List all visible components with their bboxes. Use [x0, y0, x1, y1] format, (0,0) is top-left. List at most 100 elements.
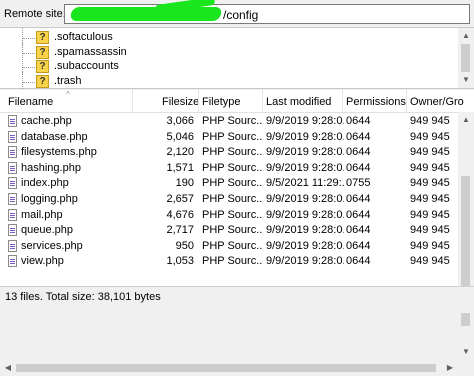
scroll-left-arrow-icon[interactable]: ◀ [0, 360, 16, 376]
php-file-icon [8, 224, 17, 237]
file-name: logging.php [21, 193, 78, 205]
file-type: PHP Sourc... [202, 115, 262, 127]
file-list-header: Filename Filesize Filetype Last modified Per… [0, 90, 464, 113]
file-owner: 949 945 [410, 255, 450, 268]
file-row[interactable]: filesystems.php 2,120 PHP Sourc... 9/9/2019… [0, 145, 458, 161]
file-type: PHP Sourc... [202, 130, 262, 143]
file-size: 1,053 [166, 255, 194, 268]
file-type: PHP Sourc... [202, 161, 262, 174]
file-modified: 9/9/2019 9:28:0... [266, 224, 344, 237]
remote-file-list[interactable]: Filename Filesize Filetype Last modified Per… [0, 90, 474, 376]
remote-path-value: /config [223, 8, 259, 22]
column-header-filetype[interactable]: Filetype [202, 96, 241, 108]
scroll-up-arrow-icon[interactable]: ▲ [458, 28, 474, 44]
tree-scrollbar[interactable]: ▲ ▼ [458, 28, 474, 88]
file-type: PHP Sourc... [202, 177, 262, 190]
tree-scroll-thumb[interactable] [461, 44, 470, 72]
file-name: filesystems.php [21, 146, 97, 159]
scroll-up-arrow-icon[interactable]: ▲ [458, 112, 474, 128]
file-owner: 949 945 [410, 177, 450, 190]
file-owner: 949 945 [410, 115, 450, 127]
scroll-down-arrow-icon[interactable]: ▼ [458, 72, 474, 88]
column-separator[interactable] [262, 90, 263, 112]
scroll-right-arrow-icon[interactable]: ▶ [442, 360, 458, 376]
tree-item[interactable]: ? .subaccounts [0, 57, 455, 74]
question-folder-icon: ? [36, 31, 49, 44]
file-name: queue.php [21, 224, 73, 237]
file-name: index.php [21, 177, 69, 190]
file-modified: 9/9/2019 9:28:0... [266, 239, 344, 252]
redaction-mark [69, 7, 223, 21]
tree-item[interactable]: ? .trash [0, 71, 455, 89]
file-owner: 949 945 [410, 208, 450, 221]
hscroll-thumb[interactable] [16, 364, 436, 372]
file-modified: 9/9/2019 9:28:0... [266, 255, 344, 268]
file-permissions: 0644 [346, 146, 371, 159]
file-size: 4,676 [166, 208, 194, 221]
question-folder-icon: ? [36, 45, 49, 59]
column-separator[interactable] [342, 90, 343, 112]
file-name: mail.php [21, 208, 63, 221]
file-row[interactable]: services.php 950 PHP Sourc... 9/9/2019 9:28… [0, 239, 458, 255]
file-row[interactable]: index.php 190 PHP Sourc... 9/5/2021 11:29:.… [0, 176, 458, 192]
file-type: PHP Sourc... [202, 239, 262, 252]
file-row[interactable]: cache.php 3,066 PHP Sourc... 9/9/2019 9:28:… [0, 114, 458, 130]
tree-item-label: .subaccounts [54, 60, 119, 72]
column-separator[interactable] [132, 90, 133, 112]
file-size: 2,717 [166, 224, 194, 237]
php-file-icon [8, 115, 17, 127]
file-type: PHP Sourc... [202, 224, 262, 237]
file-row[interactable]: logging.php 2,657 PHP Sourc... 9/9/2019 9:2… [0, 192, 458, 208]
tree-item-label: .trash [54, 74, 82, 87]
column-header-permissions[interactable]: Permissions [346, 96, 406, 108]
file-type: PHP Sourc... [202, 193, 262, 205]
file-permissions: 0644 [346, 239, 371, 252]
tree-branch [23, 38, 35, 39]
file-type: PHP Sourc... [202, 208, 262, 221]
column-header-filename[interactable]: Filename [8, 96, 53, 108]
file-list-scrollbar[interactable]: ▲ ▼ [458, 112, 474, 360]
question-folder-icon: ? [36, 74, 49, 88]
file-row[interactable]: view.php 1,053 PHP Sourc... 9/9/2019 9:28:0… [0, 254, 458, 270]
remote-site-input[interactable]: /config [64, 0, 470, 24]
file-size: 1,571 [166, 161, 194, 174]
file-type: PHP Sourc... [202, 146, 262, 159]
column-separator[interactable] [198, 90, 199, 112]
file-modified: 9/9/2019 9:28:0... [266, 146, 344, 159]
remote-site-bar: Remote site: /config [0, 0, 474, 27]
file-row[interactable]: database.php 5,046 PHP Sourc... 9/9/2019 9:… [0, 130, 458, 146]
scroll-down-arrow-icon[interactable]: ▼ [458, 344, 474, 360]
file-modified: 9/9/2019 9:28:0... [266, 193, 344, 205]
php-file-icon [8, 193, 17, 205]
file-owner: 949 945 [410, 193, 450, 205]
column-header-filesize[interactable]: Filesize [162, 96, 199, 108]
file-row[interactable]: mail.php 4,676 PHP Sourc... 9/9/2019 9:28:0… [0, 208, 458, 224]
sort-caret-icon: ^ [66, 90, 70, 99]
file-owner: 949 945 [410, 130, 450, 143]
column-header-last-modified[interactable]: Last modified [266, 96, 331, 108]
file-modified: 9/9/2019 9:28:0... [266, 208, 344, 221]
remote-directory-tree[interactable]: ? .softaculous? .spamassassin? .subaccounts… [0, 27, 474, 89]
file-size: 2,120 [166, 146, 194, 159]
file-permissions: 0644 [346, 255, 371, 268]
php-file-icon [8, 255, 17, 268]
remote-site-label: Remote site: [4, 8, 66, 20]
tree-item[interactable]: ? .spamassassin [0, 42, 455, 60]
column-header-owner-gro[interactable]: Owner/Gro [410, 96, 464, 108]
php-file-icon [8, 146, 17, 159]
file-owner: 949 945 [410, 146, 450, 159]
tree-item[interactable]: ? .softaculous [0, 28, 455, 45]
status-bar: 13 files. Total size: 38,101 bytes [0, 286, 474, 313]
column-separator[interactable] [406, 90, 407, 112]
file-owner: 949 945 [410, 224, 450, 237]
file-list-hscrollbar[interactable]: ◀ ▶ [0, 360, 458, 376]
file-permissions: 0644 [346, 224, 371, 237]
file-name: database.php [21, 130, 88, 143]
file-row[interactable]: hashing.php 1,571 PHP Sourc... 9/9/2019 9:2… [0, 161, 458, 177]
file-row[interactable]: queue.php 2,717 PHP Sourc... 9/9/2019 9:28:… [0, 223, 458, 239]
file-name: cache.php [21, 115, 72, 127]
question-folder-icon: ? [36, 60, 49, 73]
file-size: 3,066 [166, 115, 194, 127]
file-owner: 949 945 [410, 161, 450, 174]
file-modified: 9/9/2019 9:28:0... [266, 161, 344, 174]
